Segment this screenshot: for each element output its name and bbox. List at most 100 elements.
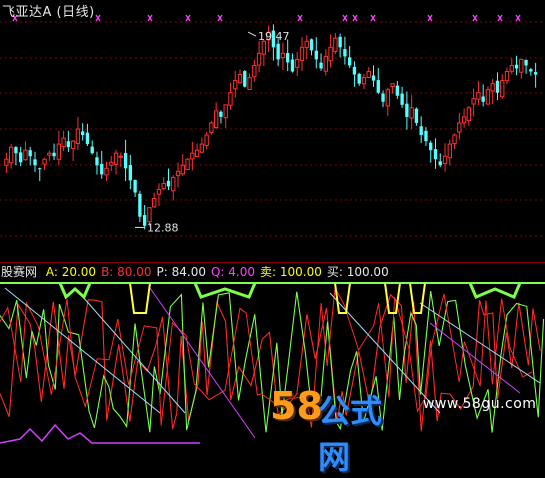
candle bbox=[23, 141, 28, 161]
candle-body bbox=[371, 75, 376, 81]
candle bbox=[85, 123, 90, 146]
watermark-logo: 58 公式网 bbox=[270, 384, 410, 476]
candle-body bbox=[133, 179, 137, 193]
candle-body bbox=[23, 149, 28, 161]
candle-body bbox=[199, 143, 205, 153]
candle bbox=[4, 152, 9, 173]
candle bbox=[66, 130, 71, 152]
candle-body bbox=[471, 98, 476, 105]
price-chart[interactable]: 19.47 12.88 bbox=[0, 0, 545, 262]
candle bbox=[42, 157, 47, 171]
candle bbox=[247, 73, 252, 90]
candle-body bbox=[352, 66, 357, 75]
signal-marker-icon bbox=[472, 14, 478, 22]
candle bbox=[447, 139, 452, 166]
candle-body bbox=[276, 43, 280, 60]
candle bbox=[319, 53, 323, 71]
candle bbox=[237, 69, 243, 84]
indicator-line-cyan bbox=[419, 302, 541, 384]
low-price-label: 12.88 bbox=[147, 221, 179, 234]
candle bbox=[204, 131, 209, 150]
candle bbox=[209, 121, 214, 135]
candle-body bbox=[314, 50, 318, 60]
candle-body bbox=[118, 155, 123, 158]
candle-body bbox=[476, 92, 481, 100]
candle bbox=[348, 46, 352, 68]
candle-body bbox=[519, 58, 524, 73]
candle-body bbox=[185, 158, 190, 170]
candle-body bbox=[190, 152, 195, 160]
candle bbox=[161, 177, 166, 191]
candle bbox=[33, 151, 37, 172]
candle bbox=[495, 72, 500, 101]
candle bbox=[156, 183, 162, 206]
candle-body bbox=[223, 104, 228, 119]
candle-body bbox=[509, 64, 514, 72]
param-P: P: 84.00 bbox=[156, 265, 206, 279]
candle-body bbox=[529, 69, 533, 72]
candle bbox=[133, 179, 137, 197]
candle bbox=[290, 53, 295, 73]
candle bbox=[400, 86, 404, 108]
indicator-params: A: 20.00 B: 80.00 P: 84.00 Q: 4.00 卖: 100.00… bbox=[46, 265, 394, 279]
signal-marker-icon bbox=[342, 14, 348, 22]
candle-body bbox=[452, 134, 457, 145]
candle-body bbox=[357, 73, 361, 84]
candle bbox=[343, 36, 347, 65]
indicator-green-signal bbox=[468, 282, 522, 299]
candle-body bbox=[309, 39, 314, 51]
candle bbox=[8, 143, 14, 169]
candle bbox=[452, 133, 457, 149]
candle-body bbox=[442, 155, 448, 164]
candle-body bbox=[466, 107, 472, 122]
candle-body bbox=[461, 116, 467, 124]
candle bbox=[185, 158, 190, 170]
candle bbox=[104, 161, 109, 181]
candle-body bbox=[166, 180, 171, 187]
candle bbox=[323, 49, 328, 76]
candle bbox=[47, 150, 52, 161]
candle-body bbox=[70, 140, 76, 150]
param-A: A: 20.00 bbox=[45, 265, 97, 279]
candle bbox=[19, 146, 23, 167]
candle-body bbox=[85, 132, 90, 145]
candle bbox=[514, 55, 519, 76]
candle-body bbox=[390, 83, 395, 87]
candle-body bbox=[361, 77, 367, 85]
candle-body bbox=[47, 152, 52, 156]
candle bbox=[81, 123, 85, 141]
candle-body bbox=[8, 146, 14, 164]
candle bbox=[228, 82, 233, 110]
candle-body bbox=[299, 46, 305, 61]
candle bbox=[433, 138, 438, 169]
candle bbox=[328, 34, 333, 68]
candle bbox=[352, 61, 357, 87]
candle bbox=[171, 175, 176, 201]
candle-body bbox=[319, 62, 323, 69]
candle-body bbox=[209, 122, 214, 133]
candle bbox=[424, 127, 428, 146]
candle-body bbox=[204, 134, 209, 146]
candle bbox=[371, 65, 376, 87]
candle-body bbox=[243, 71, 247, 87]
candle bbox=[500, 74, 505, 99]
candle bbox=[75, 116, 81, 150]
price-chart-panel[interactable]: 19.47 12.88 bbox=[0, 0, 545, 262]
candle-body bbox=[338, 36, 342, 48]
candle bbox=[95, 151, 99, 175]
candle-body bbox=[42, 158, 47, 165]
candle-body bbox=[280, 52, 286, 59]
candle bbox=[457, 112, 462, 140]
candle bbox=[529, 67, 533, 76]
candle-body bbox=[138, 193, 142, 217]
candle bbox=[361, 74, 367, 90]
candle bbox=[376, 67, 380, 95]
candle bbox=[304, 35, 309, 60]
candle bbox=[357, 72, 361, 86]
high-price-label: 19.47 bbox=[258, 30, 290, 43]
candle bbox=[295, 51, 300, 77]
candle-body bbox=[152, 198, 157, 208]
candle bbox=[61, 130, 66, 152]
candle bbox=[180, 153, 185, 177]
candle-body bbox=[438, 161, 442, 166]
